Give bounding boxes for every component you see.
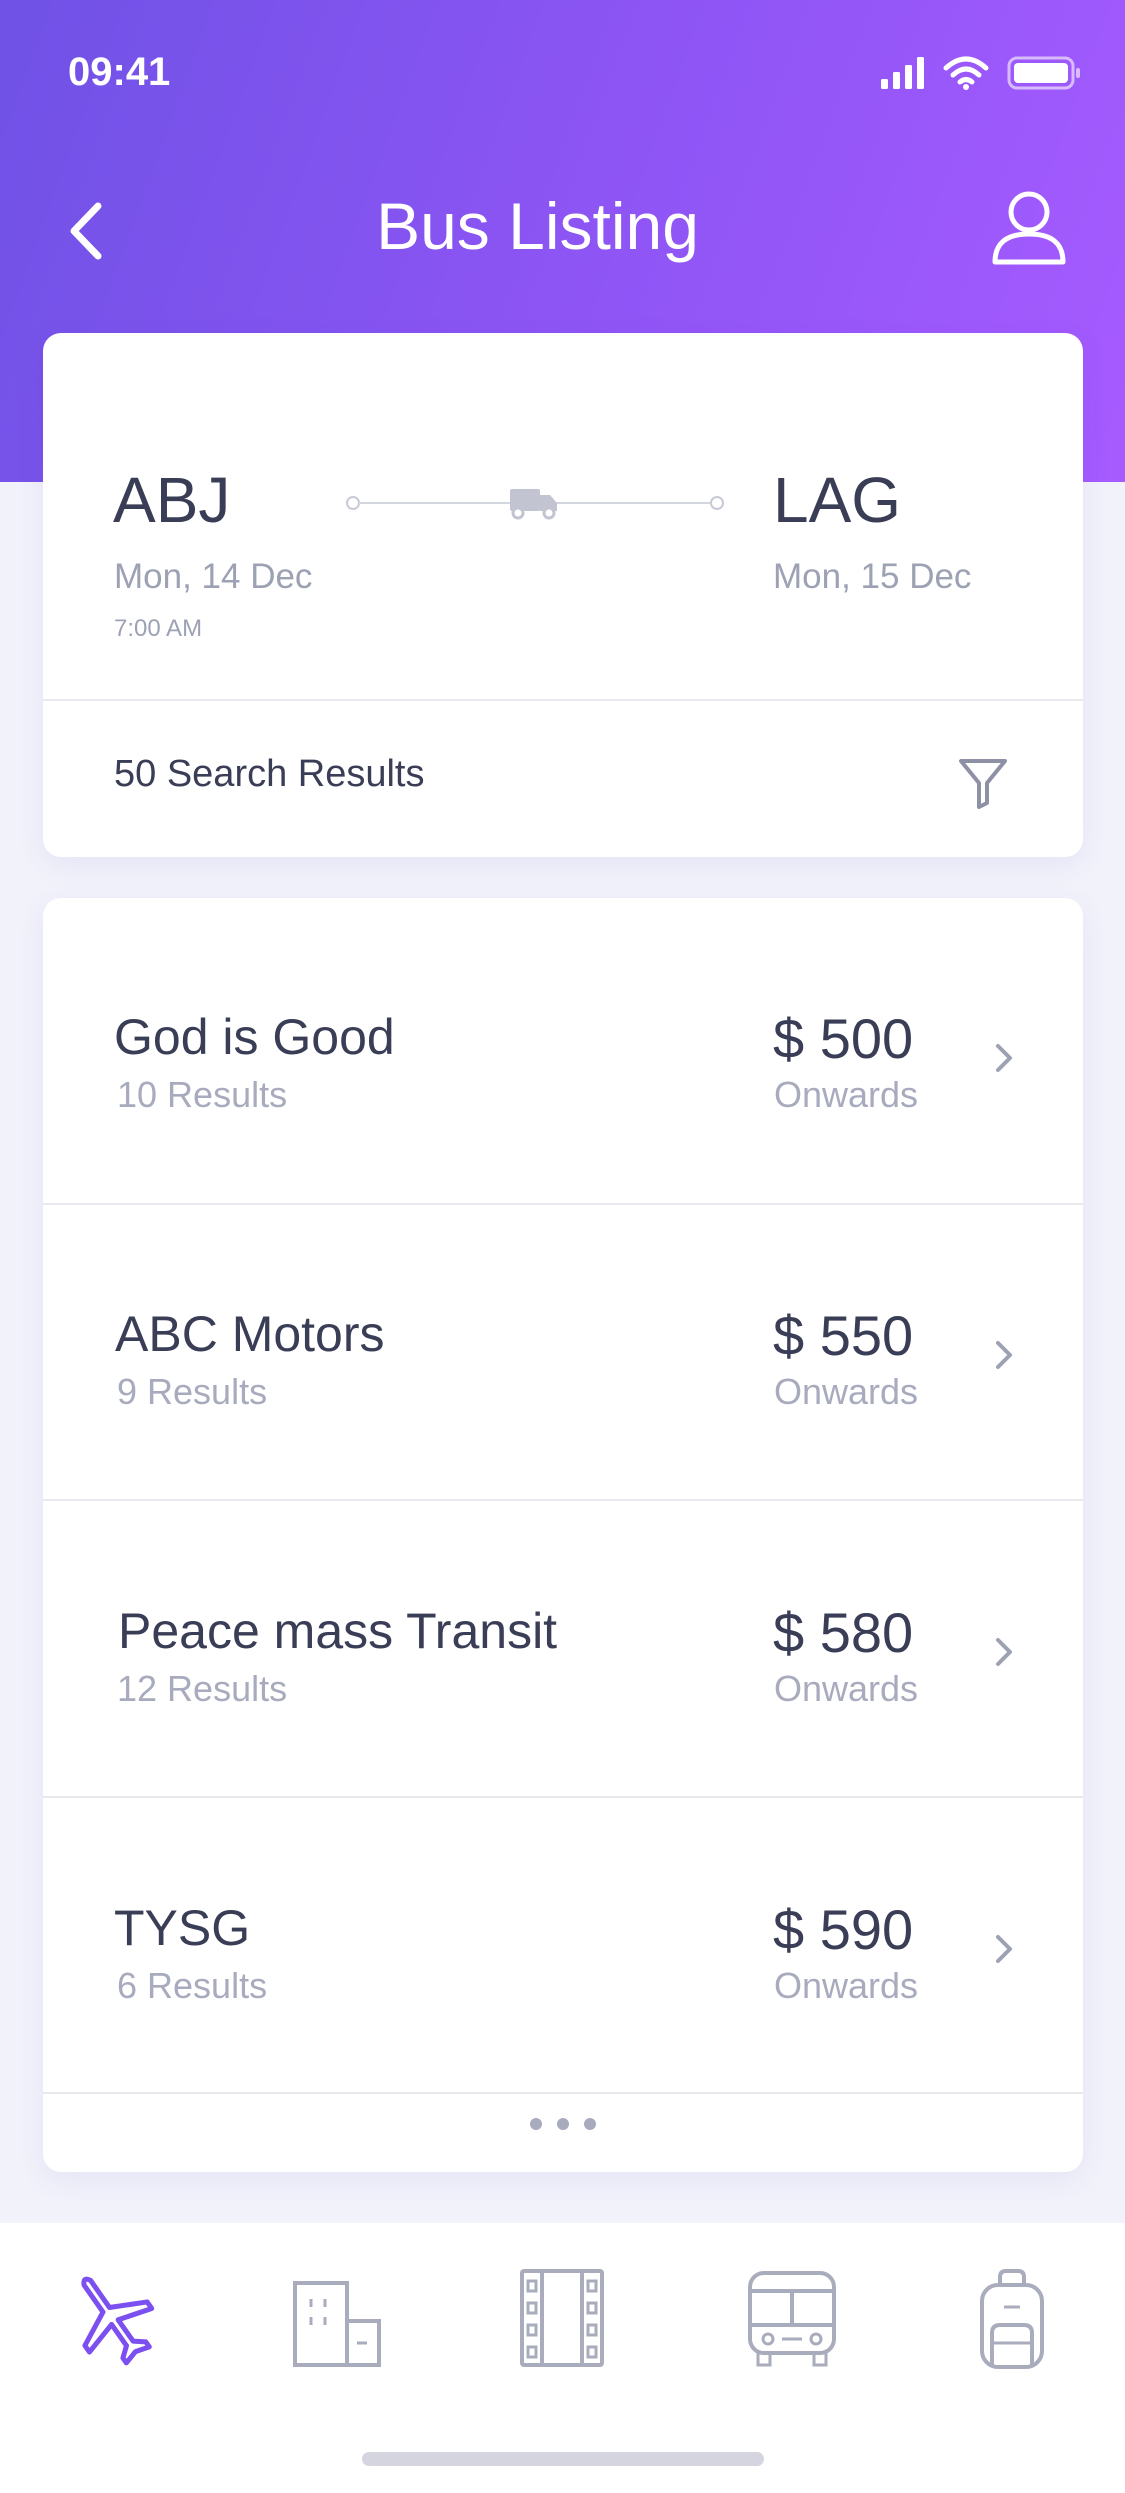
origin-time: 7:00 AM [114,615,203,642]
price-suffix: Onwards [774,1965,919,2006]
origin-date: Mon, 14 Dec [114,557,313,596]
tab-buses[interactable] [742,2263,842,2373]
user-icon [992,191,1066,265]
list-item[interactable]: Peace mass Transit 12 Results $ 580 Onwa… [43,1492,1083,1787]
price-suffix: Onwards [774,1371,919,1412]
filter-icon [959,759,1007,809]
airplane-icon [81,2276,155,2366]
list-item[interactable]: TYSG 6 Results $ 590 Onwards [43,1789,1083,2084]
battery-icon [1007,56,1080,90]
tab-hotels[interactable] [287,2263,387,2373]
divider [43,2092,1083,2094]
price-suffix: Onwards [774,1668,919,1709]
destination-code: LAG [773,464,902,536]
status-icons [881,56,1081,90]
route-line-icon [346,489,724,520]
operator-price: $ 590 [773,1898,914,1961]
origin-code: ABJ [113,464,231,536]
operator-results: 12 Results [117,1668,288,1709]
tab-movies[interactable] [512,2263,612,2373]
bus-operator-list: God is Good 10 Results $ 500 Onwards ABC… [43,898,1083,2172]
search-results-count: 50 Search Results [114,753,425,795]
route-summary-card: ABJ Mon, 14 Dec 7:00 AM LAG Mon, 15 Dec … [43,333,1083,857]
operator-name: TYSG [114,1900,251,1956]
bus-icon [748,2271,836,2367]
tab-flights[interactable] [62,2263,162,2373]
tab-trips[interactable] [962,2263,1062,2373]
destination-date: Mon, 15 Dec [773,557,972,596]
operator-results: 6 Results [117,1965,268,2006]
operator-name: ABC Motors [115,1306,385,1362]
load-more-button[interactable] [43,2108,1083,2142]
operator-name: God is Good [114,1009,395,1065]
price-suffix: Onwards [774,1074,919,1115]
operator-price: $ 580 [773,1601,914,1664]
hotel-icon [293,2281,381,2367]
film-icon [520,2269,604,2367]
operator-name: Peace mass Transit [118,1603,558,1659]
operator-results: 10 Results [117,1074,288,1115]
profile-button[interactable] [987,184,1071,268]
divider [43,699,1083,701]
list-item[interactable]: ABC Motors 9 Results $ 550 Onwards [43,1195,1083,1490]
chevron-right-icon [996,1638,1012,1666]
list-item[interactable]: God is Good 10 Results $ 500 Onwards [43,898,1083,1193]
wifi-icon [943,56,989,90]
filter-button[interactable] [957,755,1009,811]
chevron-right-icon [996,1935,1012,1963]
truck-icon [510,489,557,520]
home-indicator [362,2452,764,2466]
backpack-icon [980,2269,1044,2369]
operator-results: 9 Results [117,1371,268,1412]
chevron-right-icon [996,1341,1012,1369]
page-title: Bus Listing [376,189,699,263]
chevron-right-icon [996,1044,1012,1072]
operator-price: $ 500 [773,1007,914,1070]
operator-price: $ 550 [773,1304,914,1367]
more-dots-icon [530,2118,596,2130]
status-time: 09:41 [68,50,171,94]
signal-icon [881,57,924,89]
